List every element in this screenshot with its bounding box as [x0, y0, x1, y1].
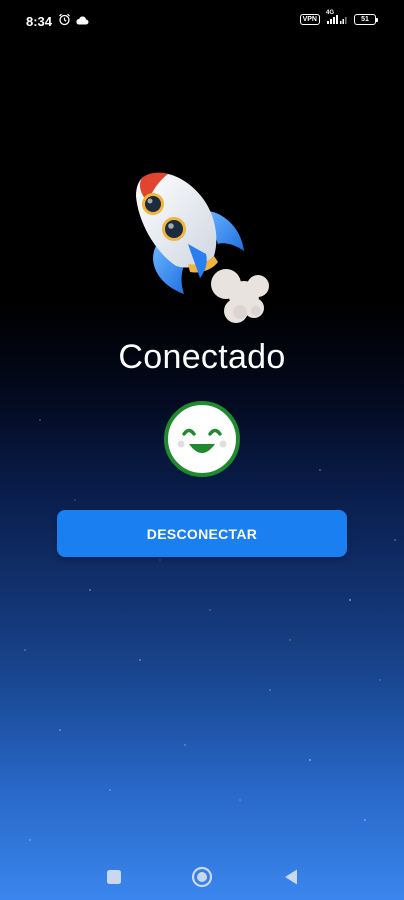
battery-icon: 51	[354, 13, 378, 25]
happy-face-icon	[164, 401, 240, 477]
status-right-icons: VPN 4G 51	[299, 10, 378, 25]
alarm-icon	[58, 13, 71, 31]
back-button[interactable]	[279, 865, 303, 889]
home-button[interactable]	[190, 865, 214, 889]
recent-apps-button[interactable]	[102, 865, 126, 889]
status-left-icons	[58, 13, 89, 31]
connection-status-title: Conectado	[118, 338, 286, 376]
status-time: 8:34	[26, 14, 53, 29]
square-icon	[107, 870, 121, 884]
rocket-icon	[136, 172, 269, 323]
triangle-back-icon	[285, 869, 297, 885]
navigation-bar	[0, 855, 404, 900]
disconnect-button[interactable]: DESCONECTAR	[57, 510, 347, 557]
status-bar: 8:34 VPN 4G 51	[0, 0, 404, 44]
circle-icon	[191, 866, 213, 888]
vpn-icon: VPN	[299, 13, 320, 25]
cloud-icon	[75, 13, 89, 31]
signal-icon: 4G	[326, 10, 348, 25]
